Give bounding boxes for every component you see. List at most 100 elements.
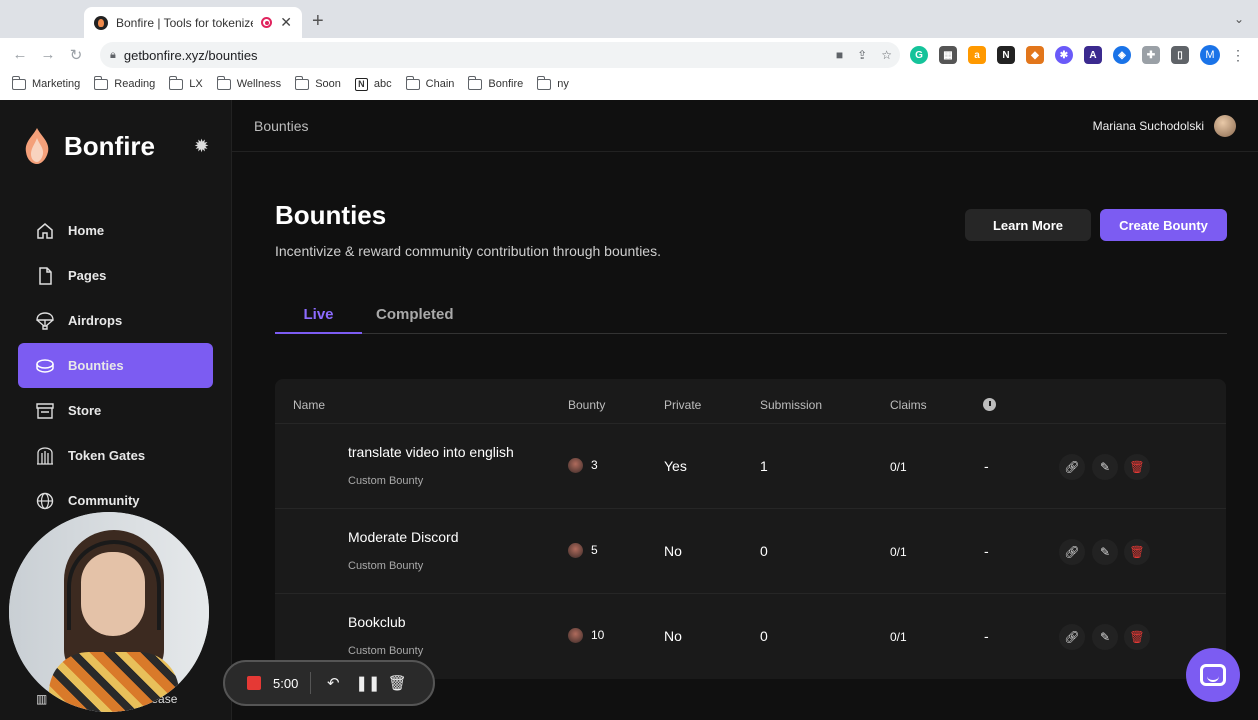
edit-icon[interactable]: ✎ — [1092, 454, 1118, 480]
column-header-private: Private — [664, 398, 702, 412]
notion-extension-icon[interactable]: N — [997, 46, 1015, 64]
private-value: No — [664, 543, 682, 559]
close-tab-icon[interactable]: ✕ — [280, 14, 292, 31]
bounty-name: Bookclub — [348, 614, 406, 630]
folder-icon — [295, 75, 310, 90]
browser-chrome: Bonfire | Tools for tokenize ✕ + ⌄ ← → ↻… — [0, 0, 1258, 100]
star-icon[interactable]: ☆ — [881, 48, 892, 62]
folder-icon — [537, 75, 552, 90]
claims-value: 0/1 — [890, 545, 907, 559]
top-bar: Bounties Mariana Suchodolski — [232, 100, 1258, 152]
column-header-bounty: Bounty — [568, 398, 606, 412]
browser-tab[interactable]: Bonfire | Tools for tokenize ✕ — [84, 7, 302, 38]
url-text: getbonfire.xyz/bounties — [123, 47, 258, 63]
delete-icon[interactable]: 🗑︎ — [1124, 454, 1150, 480]
color-extension-icon[interactable]: ✱ — [1055, 46, 1073, 64]
submission-value: 0 — [760, 628, 768, 644]
create-bounty-button[interactable]: Create Bounty — [1100, 209, 1227, 241]
qr-extension-icon[interactable]: ▦ — [939, 46, 957, 64]
private-value: Yes — [664, 458, 687, 474]
table-row[interactable]: translate video into english Custom Boun… — [275, 423, 1226, 508]
bookmark-item[interactable]: Soon — [295, 75, 341, 90]
claims-value: 0/1 — [890, 460, 907, 474]
clock-icon — [983, 398, 996, 411]
bookmark-item[interactable]: Marketing — [12, 75, 80, 90]
sidebar-item-bounties[interactable]: Bounties — [18, 343, 213, 388]
stop-recording-button[interactable] — [247, 676, 261, 690]
brand-name: Bonfire — [64, 130, 155, 161]
recording-timer: 5:00 — [273, 675, 299, 691]
grammarly-extension-icon[interactable]: G — [910, 46, 928, 64]
share-icon[interactable]: ⇪ — [857, 48, 867, 62]
new-tab-button[interactable]: + — [312, 10, 324, 33]
time-value: - — [984, 628, 989, 644]
amazon-extension-icon[interactable]: a — [968, 46, 986, 64]
chevron-down-icon[interactable]: ⌄ — [1234, 12, 1244, 26]
submission-value: 1 — [760, 458, 768, 474]
link-icon[interactable]: 🔗︎ — [1059, 539, 1085, 565]
page-header: Bounties Incentivize & reward community … — [275, 200, 661, 259]
sidebar-item-token-gates[interactable]: Token Gates — [18, 433, 213, 478]
globe-icon — [36, 492, 54, 510]
puzzle-extensions-icon[interactable]: ✚ — [1142, 46, 1160, 64]
chat-icon — [1200, 664, 1226, 686]
page-title: Bounties — [275, 200, 387, 230]
trash-icon[interactable]: 🗑︎ — [387, 674, 407, 692]
webcam-overlay — [9, 512, 209, 712]
address-bar[interactable]: 🔒︎ getbonfire.xyz/bounties ■ ⇪ ☆ — [100, 42, 900, 68]
notion-icon: N — [354, 77, 368, 91]
recording-controls: 5:00 ↶ ❚❚ 🗑︎ — [223, 660, 435, 706]
more-menu-icon[interactable]: ⋮ — [1231, 47, 1245, 64]
shield-extension-icon[interactable]: ◈ — [1113, 46, 1131, 64]
pause-icon[interactable]: ❚❚ — [355, 674, 380, 692]
sidebar-item-home[interactable]: Home — [18, 208, 213, 253]
sidebar-item-pages[interactable]: Pages — [18, 253, 213, 298]
edit-icon[interactable]: ✎ — [1092, 624, 1118, 650]
chat-launcher-button[interactable] — [1186, 648, 1240, 702]
sidebar-item-airdrops[interactable]: Airdrops — [18, 298, 213, 343]
bookmark-item[interactable]: Nabc — [354, 77, 392, 91]
link-icon[interactable]: 🔗︎ — [1059, 624, 1085, 650]
tab-completed[interactable]: Completed — [376, 304, 454, 334]
delete-icon[interactable]: 🗑︎ — [1124, 624, 1150, 650]
camera-icon[interactable]: ■ — [836, 48, 843, 62]
bookmark-item[interactable]: Chain — [405, 75, 454, 90]
a-extension-icon[interactable]: A — [1084, 46, 1102, 64]
link-icon[interactable]: 🔗︎ — [1059, 454, 1085, 480]
time-value: - — [984, 543, 989, 559]
user-name: Mariana Suchodolski — [1092, 119, 1204, 133]
bonfire-favicon-icon — [94, 15, 108, 30]
token-icon — [568, 458, 583, 473]
bookmark-item[interactable]: LX — [169, 75, 203, 90]
edit-icon[interactable]: ✎ — [1092, 539, 1118, 565]
column-header-name: Name — [293, 398, 326, 412]
back-button[interactable]: ← — [6, 46, 34, 63]
page-icon — [36, 266, 54, 285]
breadcrumb: Bounties — [254, 118, 309, 134]
divider — [310, 672, 312, 694]
bookmark-item[interactable]: Reading — [94, 75, 155, 90]
bookmark-item[interactable]: Bonfire — [468, 75, 523, 90]
sidepanel-icon[interactable]: ▯ — [1171, 46, 1189, 64]
bonfire-logo-icon — [25, 128, 49, 164]
delete-icon[interactable]: 🗑︎ — [1124, 539, 1150, 565]
profile-avatar[interactable]: M — [1200, 45, 1220, 65]
learn-more-button[interactable]: Learn More — [965, 209, 1091, 241]
brand[interactable]: Bonfire — [24, 128, 155, 164]
folder-icon — [94, 75, 109, 90]
gear-icon[interactable]: ✹ — [194, 136, 209, 157]
user-menu[interactable]: Mariana Suchodolski — [1093, 115, 1236, 137]
tab-live[interactable]: Live — [275, 304, 362, 334]
sidebar-item-store[interactable]: Store — [18, 388, 213, 433]
reload-button[interactable]: ↻ — [62, 46, 90, 64]
table-row[interactable]: Moderate Discord Custom Bounty 5 No 0 0/… — [275, 508, 1226, 593]
avatar — [1214, 115, 1236, 137]
bookmark-item[interactable]: ny — [537, 75, 569, 90]
metamask-extension-icon[interactable]: ◆ — [1026, 46, 1044, 64]
undo-icon[interactable]: ↶ — [323, 674, 343, 692]
bookmark-item[interactable]: Wellness — [216, 75, 281, 90]
forward-button[interactable]: → — [34, 46, 62, 63]
parachute-icon — [36, 311, 54, 330]
store-icon — [36, 402, 54, 420]
folder-icon — [169, 75, 184, 90]
